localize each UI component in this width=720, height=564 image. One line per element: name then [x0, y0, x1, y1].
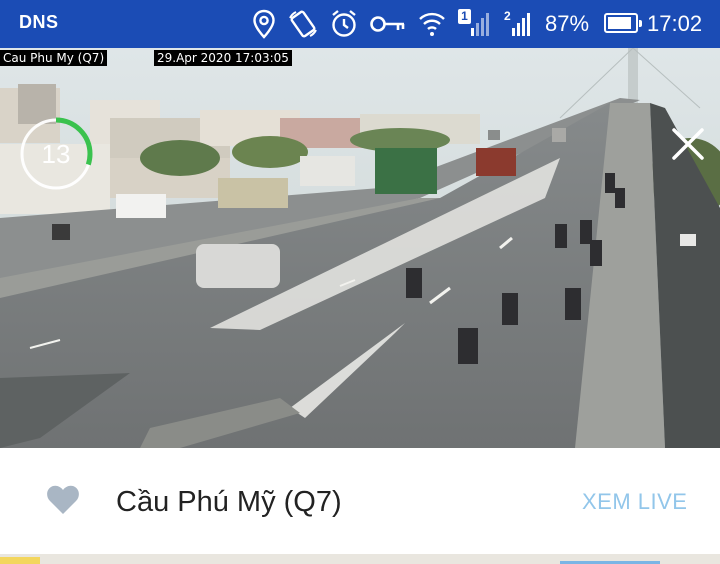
battery-icon — [604, 13, 642, 33]
watch-live-button[interactable]: XEM LIVE — [582, 489, 687, 515]
refresh-countdown: 13 — [18, 116, 94, 192]
close-icon — [672, 128, 704, 160]
key-icon — [370, 16, 405, 32]
clock: 17:02 — [647, 11, 703, 36]
camera-feed[interactable]: Cau Phu My (Q7) 29.Apr 2020 17:03:05 13 — [0, 48, 720, 448]
camera-name-label: Cau Phu My (Q7) — [0, 50, 108, 66]
close-button[interactable] — [668, 124, 708, 164]
status-icons: 1 2 — [252, 6, 536, 42]
location-icon — [253, 9, 275, 39]
battery-percent: 87% — [545, 11, 590, 36]
alarm-icon — [332, 10, 356, 37]
wifi-icon — [419, 12, 445, 36]
heart-icon — [47, 485, 79, 514]
camera-info-sheet: Cầu Phú Mỹ (Q7) XEM LIVE — [0, 448, 720, 554]
camera-title: Cầu Phú Mỹ (Q7) — [116, 486, 342, 518]
carrier-label: DNS — [19, 12, 59, 32]
rotate-icon — [289, 10, 317, 38]
map-background — [0, 554, 720, 564]
status-bar: DNS 1 2 87% 17:02 — [0, 0, 720, 48]
signal-sim2-icon: 2 — [502, 9, 536, 39]
camera-timestamp: 29.Apr 2020 17:03:05 — [154, 50, 292, 66]
battery-level-fill — [608, 17, 631, 29]
camera-image — [0, 48, 720, 448]
favorite-button[interactable] — [46, 484, 80, 516]
signal-sim1-icon: 1 — [457, 9, 491, 39]
countdown-seconds: 13 — [41, 139, 71, 169]
